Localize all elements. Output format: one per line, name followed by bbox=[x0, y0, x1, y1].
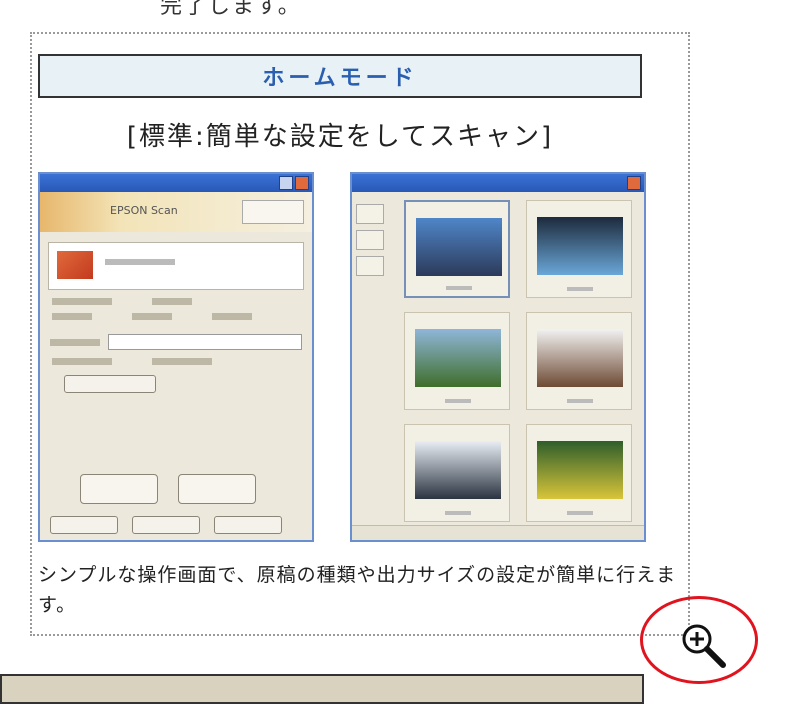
option-row bbox=[40, 305, 312, 320]
minimize-icon bbox=[279, 176, 293, 190]
thumbnail-caption bbox=[567, 399, 593, 403]
thumbnail-image bbox=[537, 441, 623, 499]
window-titlebar bbox=[352, 174, 644, 192]
feature-card: ホームモード [標準:簡単な設定をしてスキャン] EPSON Scan シンプル… bbox=[30, 32, 690, 636]
image-adjust-button bbox=[64, 375, 156, 393]
close-icon bbox=[295, 176, 309, 190]
tool-button bbox=[356, 256, 384, 276]
tool-button bbox=[356, 204, 384, 224]
thumbnail-misty-waterfall bbox=[404, 424, 510, 522]
thumbnail-image bbox=[537, 329, 623, 387]
thumbnail-caption bbox=[567, 511, 593, 515]
option-row bbox=[40, 350, 312, 365]
thumbnail-clouds bbox=[526, 312, 632, 410]
mode-subtitle: [標準:簡単な設定をしてスキャン] bbox=[126, 122, 554, 152]
thumbnail-image bbox=[415, 329, 501, 387]
zoom-in-magnifier-icon bbox=[682, 624, 726, 668]
thumbnail-caption bbox=[445, 399, 471, 403]
help-button bbox=[50, 516, 118, 534]
document-icon bbox=[57, 251, 93, 279]
preview-button bbox=[80, 474, 158, 504]
status-bar bbox=[352, 525, 644, 540]
thumbnail-image bbox=[537, 217, 623, 275]
option-placeholder bbox=[52, 313, 92, 320]
thumbnail-preview-screenshot bbox=[350, 172, 646, 542]
output-size-row bbox=[50, 334, 302, 350]
thumbnail-yellow-flowers bbox=[526, 424, 632, 522]
thumbnail-caption bbox=[445, 511, 471, 515]
thumbnail-caption bbox=[567, 287, 593, 291]
mode-title-banner: ホームモード bbox=[38, 54, 642, 98]
thumbnail-grass-field bbox=[404, 312, 510, 410]
thumbnail-image bbox=[415, 441, 501, 499]
close-button bbox=[214, 516, 282, 534]
thumbnail-sky-field bbox=[404, 200, 510, 298]
brand-label: EPSON Scan bbox=[110, 204, 178, 217]
home-mode-screenshot: EPSON Scan bbox=[38, 172, 314, 542]
close-icon bbox=[627, 176, 641, 190]
output-size-label bbox=[50, 338, 100, 346]
zoom-button[interactable] bbox=[640, 596, 758, 684]
preview-scan-buttons bbox=[80, 474, 256, 504]
preview-toolbar bbox=[356, 204, 390, 282]
option-row bbox=[40, 290, 312, 305]
option-placeholder bbox=[132, 313, 172, 320]
tool-button bbox=[356, 230, 384, 250]
next-section-panel bbox=[0, 674, 644, 704]
card-caption: シンプルな操作画面で、原稿の種類や出力サイズの設定が簡単に行えます。 bbox=[38, 564, 677, 616]
window-titlebar bbox=[40, 174, 312, 192]
scan-button bbox=[178, 474, 256, 504]
mode-selector bbox=[242, 200, 304, 224]
document-text-placeholder bbox=[105, 259, 175, 265]
option-placeholder bbox=[52, 358, 112, 365]
settings-button bbox=[132, 516, 200, 534]
thumbnail-caption bbox=[446, 286, 472, 290]
bottom-buttons bbox=[50, 516, 282, 534]
thumbnail-image bbox=[416, 218, 502, 276]
document-type-panel bbox=[48, 242, 304, 290]
option-placeholder bbox=[52, 298, 112, 305]
thumbnail-waterfall bbox=[526, 200, 632, 298]
option-placeholder bbox=[152, 298, 192, 305]
scanner-header: EPSON Scan bbox=[40, 192, 312, 232]
top-text-fragment: 完了します。 bbox=[160, 0, 302, 19]
option-placeholder bbox=[152, 358, 212, 365]
option-placeholder bbox=[212, 313, 252, 320]
output-size-select bbox=[108, 334, 302, 350]
